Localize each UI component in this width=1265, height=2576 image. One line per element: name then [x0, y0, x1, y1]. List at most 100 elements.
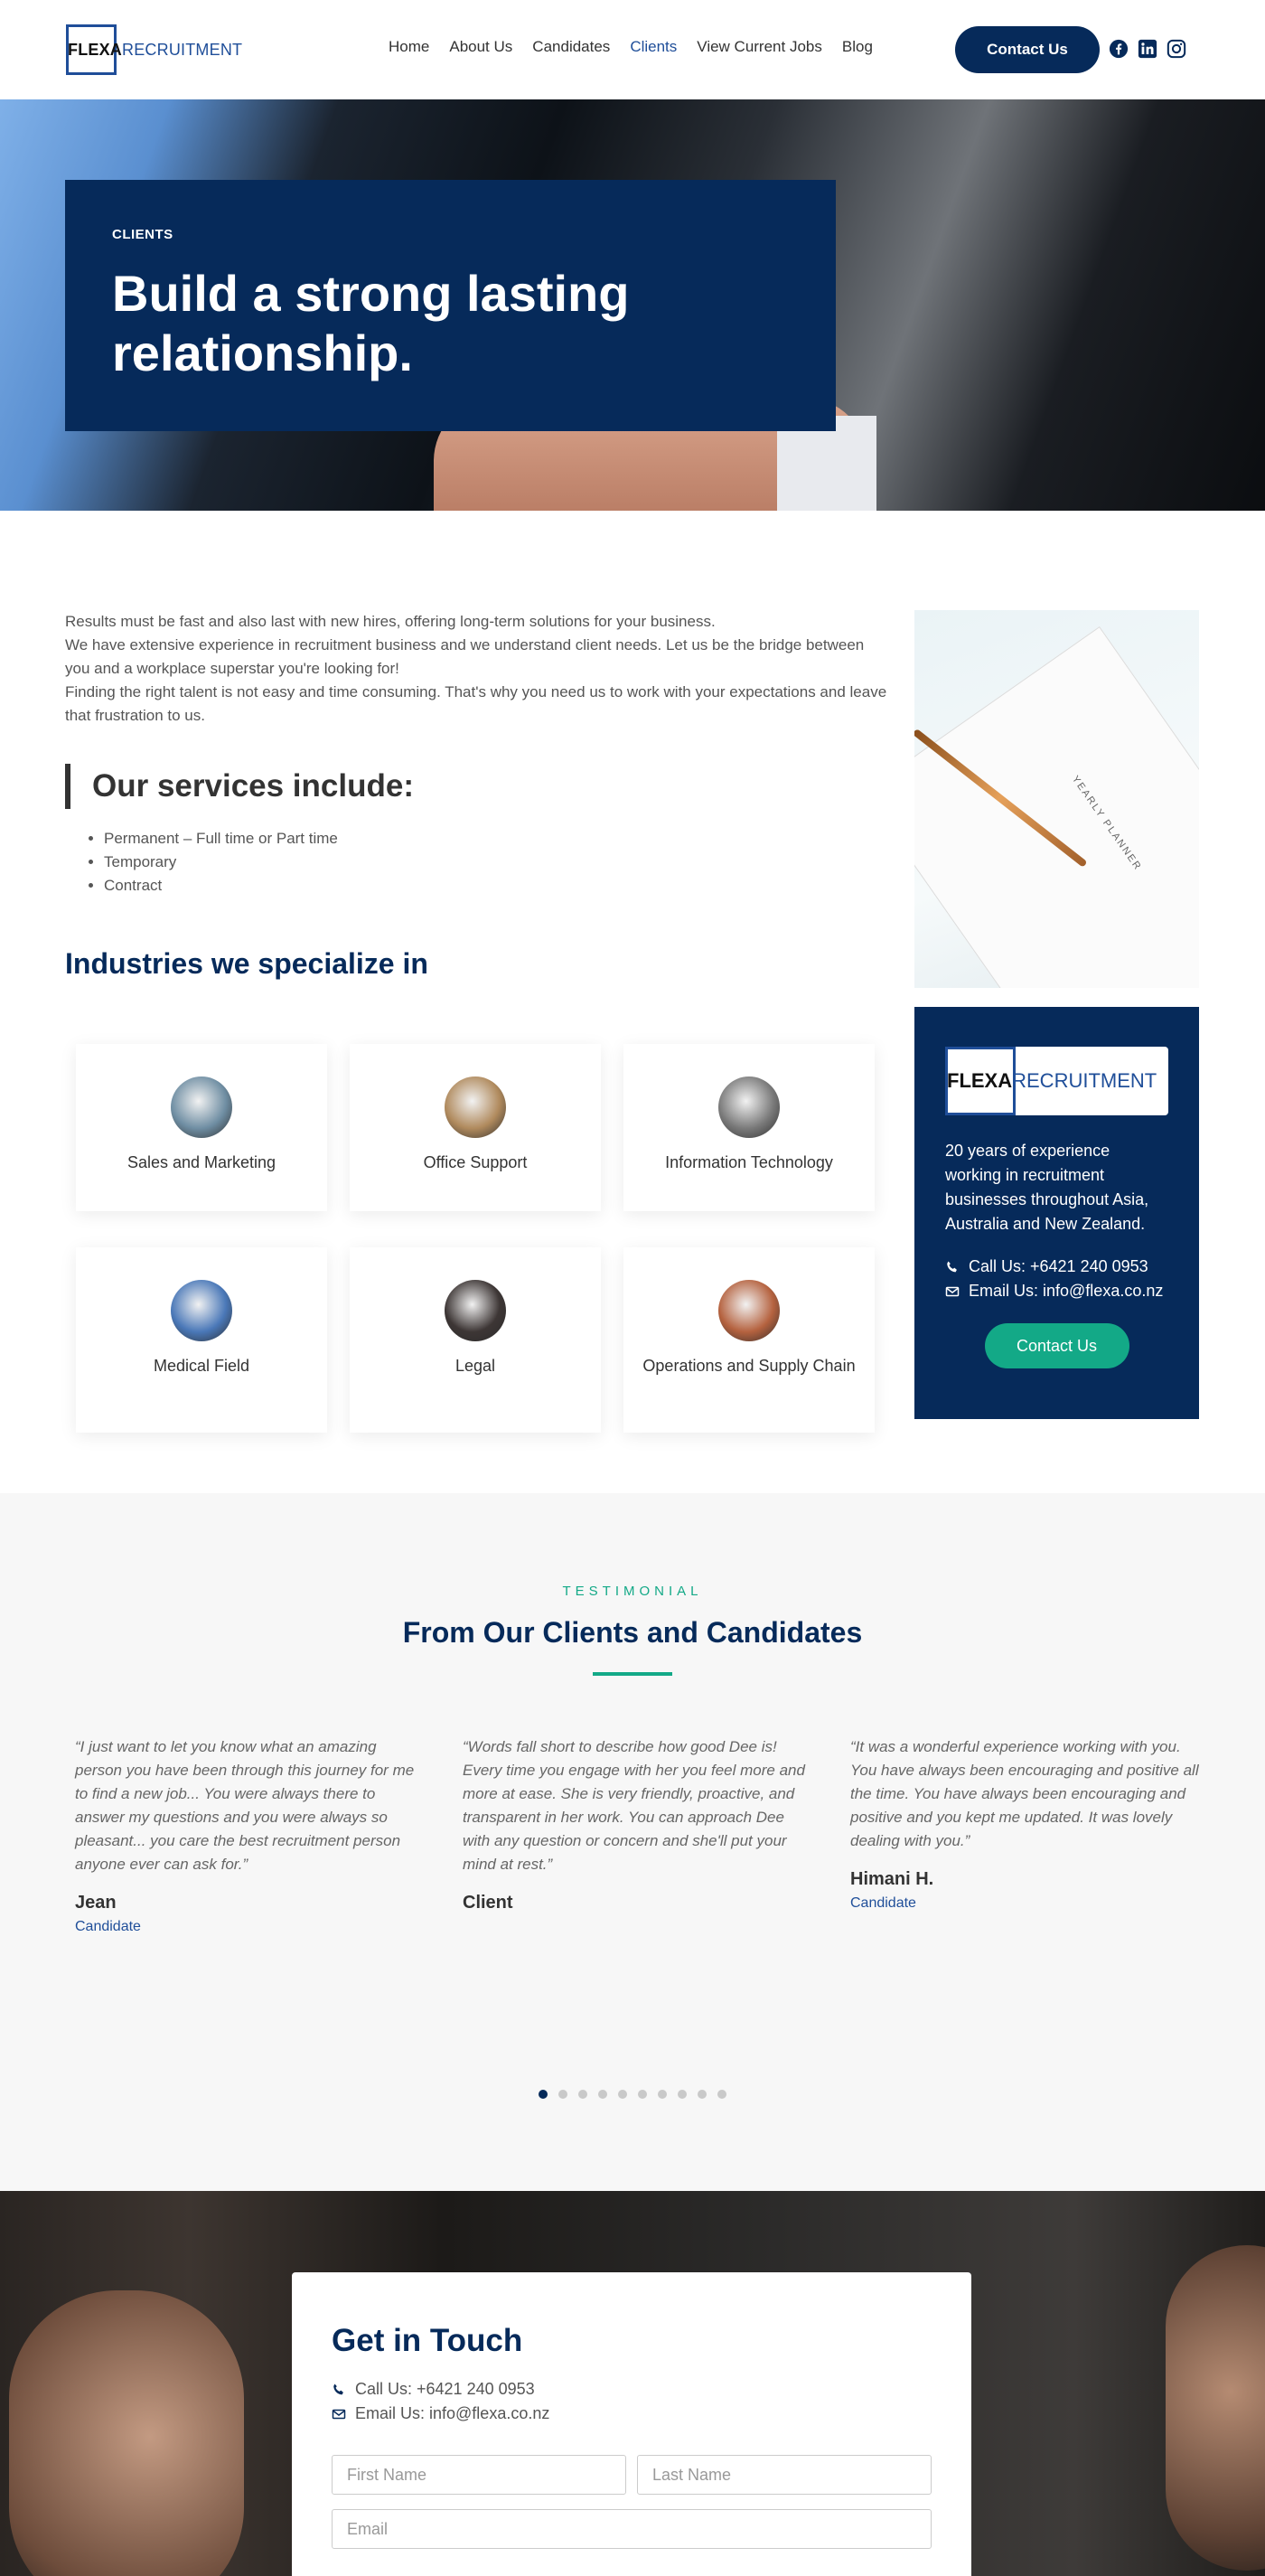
- contact-email[interactable]: Email Us: info@flexa.co.nz: [332, 2402, 932, 2426]
- carousel-dot[interactable]: [698, 2090, 707, 2099]
- intro-paragraph-2: We have extensive experience in recruitm…: [65, 636, 865, 677]
- contact-email-text: Email Us: info@flexa.co.nz: [355, 2404, 550, 2422]
- carousel-dot[interactable]: [678, 2090, 687, 2099]
- testimonials-title: From Our Clients and Candidates: [402, 1616, 863, 1649]
- industry-card-sales-marketing[interactable]: Sales and Marketing: [76, 1044, 327, 1211]
- testimonial-card: “Words fall short to describe how good D…: [463, 1735, 815, 1913]
- services-title: Our services include:: [92, 768, 414, 804]
- envelope-icon: [332, 2407, 346, 2421]
- testimonial-card: “It was a wonderful experience working w…: [850, 1735, 1203, 1912]
- services-item: Contract: [104, 874, 338, 898]
- facebook-icon[interactable]: [1109, 39, 1129, 59]
- carousel-dot[interactable]: [578, 2090, 587, 2099]
- sidebar-phone[interactable]: Call Us: +6421 240 0953: [945, 1255, 1168, 1279]
- logo[interactable]: FLEXARECRUITMENT: [66, 24, 242, 75]
- get-in-touch-title: Get in Touch: [332, 2323, 523, 2358]
- testimonial-quote: “I just want to let you know what an ama…: [75, 1738, 415, 1873]
- services-item: Permanent – Full time or Part time: [104, 827, 338, 851]
- hero-banner: CLIENTS Build a strong lasting relations…: [0, 99, 1265, 511]
- testimonial-card: “I just want to let you know what an ama…: [75, 1735, 427, 1935]
- sidebar-logo: FLEXARECRUITMENT: [945, 1047, 1168, 1115]
- email-field[interactable]: [332, 2509, 932, 2549]
- testimonial-name: Client: [463, 1893, 513, 1913]
- contact-phone-text: Call Us: +6421 240 0953: [355, 2380, 535, 2398]
- services-list: Permanent – Full time or Part time Tempo…: [104, 827, 338, 898]
- testimonial-name: Himani H.: [850, 1869, 934, 1889]
- nav-blog[interactable]: Blog: [842, 38, 873, 56]
- services-heading-block: Our services include:: [65, 764, 414, 809]
- intro-text: Results must be fast and also last with …: [65, 610, 887, 728]
- industry-card-operations-supply-chain[interactable]: Operations and Supply Chain: [623, 1247, 875, 1433]
- industries-title: Industries we specialize in: [65, 947, 428, 980]
- carousel-dot[interactable]: [658, 2090, 667, 2099]
- industry-card-medical-field[interactable]: Medical Field: [76, 1247, 327, 1433]
- industry-image: [171, 1076, 232, 1138]
- nav-home[interactable]: Home: [389, 38, 429, 56]
- testimonials-section: TESTIMONIAL From Our Clients and Candida…: [0, 1493, 1265, 2191]
- carousel-dot[interactable]: [717, 2090, 726, 2099]
- nav-candidates[interactable]: Candidates: [532, 38, 610, 56]
- testimonial-quote: “It was a wonderful experience working w…: [850, 1738, 1199, 1849]
- logo-text: FLEXARECRUITMENT: [947, 1069, 1157, 1092]
- planner-pad: [914, 626, 1199, 988]
- sidebar-contact-card: FLEXARECRUITMENT 20 years of experience …: [914, 1007, 1199, 1419]
- industry-image: [445, 1076, 506, 1138]
- header-contact-button[interactable]: Contact Us: [955, 26, 1100, 73]
- hero-eyebrow: CLIENTS: [112, 227, 173, 242]
- instagram-icon[interactable]: [1167, 39, 1186, 59]
- testimonial-quote: “Words fall short to describe how good D…: [463, 1738, 805, 1873]
- main-nav: Home About Us Candidates Clients View Cu…: [389, 38, 873, 56]
- services-item: Temporary: [104, 851, 338, 874]
- contact-phone[interactable]: Call Us: +6421 240 0953: [332, 2377, 932, 2402]
- envelope-icon: [945, 1284, 960, 1299]
- industry-image: [445, 1280, 506, 1341]
- sidebar-phone-text: Call Us: +6421 240 0953: [969, 1257, 1148, 1275]
- sidebar-description: 20 years of experience working in recrui…: [945, 1142, 1149, 1233]
- nav-about-us[interactable]: About Us: [449, 38, 512, 56]
- carousel-dot[interactable]: [598, 2090, 607, 2099]
- linkedin-icon[interactable]: [1138, 39, 1157, 59]
- nav-view-current-jobs[interactable]: View Current Jobs: [697, 38, 822, 56]
- testimonial-role: Candidate: [850, 1895, 916, 1911]
- get-in-touch-section: Get in Touch Call Us: +6421 240 0953 Ema…: [0, 2191, 1265, 2576]
- title-underline: [593, 1672, 672, 1676]
- sidebar-contact-button[interactable]: Contact Us: [984, 1323, 1129, 1368]
- industry-image: [718, 1280, 780, 1341]
- planner-pen-image: YEARLY PLANNER: [914, 610, 1199, 988]
- intro-paragraph-3: Finding the right talent is not easy and…: [65, 683, 887, 724]
- sidebar-email[interactable]: Email Us: info@flexa.co.nz: [945, 1279, 1168, 1303]
- testimonial-name: Jean: [75, 1893, 117, 1913]
- carousel-dot[interactable]: [539, 2090, 548, 2099]
- carousel-dot[interactable]: [618, 2090, 627, 2099]
- industry-label: Information Technology: [665, 1153, 833, 1171]
- industry-card-information-technology[interactable]: Information Technology: [623, 1044, 875, 1211]
- testimonials-eyebrow: TESTIMONIAL: [562, 1584, 703, 1599]
- intro-paragraph-1: Results must be fast and also last with …: [65, 613, 716, 630]
- industry-label: Operations and Supply Chain: [642, 1357, 856, 1375]
- phone-icon: [945, 1260, 960, 1274]
- first-name-field[interactable]: [332, 2455, 626, 2495]
- nav-clients[interactable]: Clients: [630, 38, 677, 56]
- industry-image: [718, 1076, 780, 1138]
- industry-label: Medical Field: [153, 1357, 250, 1375]
- industry-image: [171, 1280, 232, 1341]
- carousel-dot[interactable]: [638, 2090, 647, 2099]
- logo-text: FLEXARECRUITMENT: [68, 40, 243, 59]
- industry-label: Office Support: [423, 1153, 528, 1171]
- industry-label: Sales and Marketing: [126, 1153, 276, 1171]
- name-fields-row: [332, 2455, 932, 2495]
- testimonial-role: Candidate: [75, 1919, 141, 1934]
- phone-icon: [332, 2383, 346, 2397]
- hero-panel: CLIENTS Build a strong lasting relations…: [65, 180, 836, 431]
- industry-card-legal[interactable]: Legal: [350, 1247, 601, 1433]
- sidebar-email-text: Email Us: info@flexa.co.nz: [969, 1282, 1164, 1300]
- background-person-left: [9, 2290, 244, 2576]
- industry-card-office-support[interactable]: Office Support: [350, 1044, 601, 1211]
- carousel-dot[interactable]: [558, 2090, 567, 2099]
- background-person-right: [1166, 2245, 1265, 2571]
- industry-label: Legal: [454, 1357, 496, 1375]
- last-name-field[interactable]: [637, 2455, 932, 2495]
- site-header: FLEXARECRUITMENT Home About Us Candidate…: [0, 0, 1265, 99]
- hero-title: Build a strong lasting relationship.: [112, 265, 630, 381]
- carousel-dots: [0, 2090, 1265, 2099]
